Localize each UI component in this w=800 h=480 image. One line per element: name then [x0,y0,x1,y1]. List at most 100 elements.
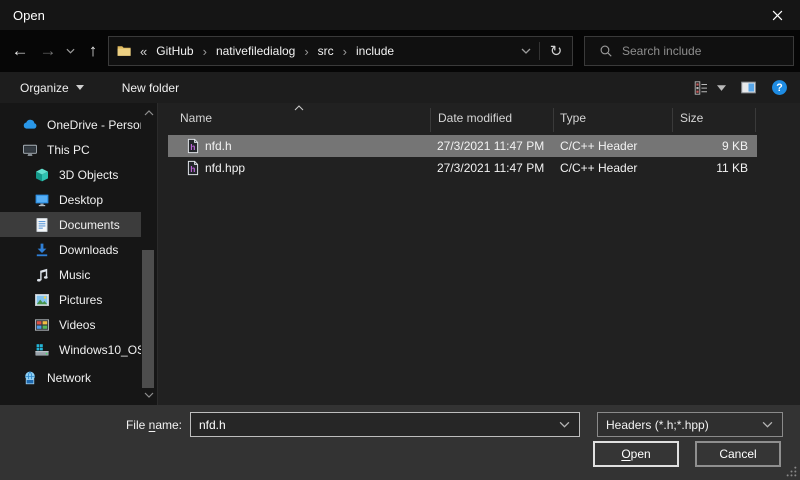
back-button[interactable]: ← [6,30,34,72]
file-date-modified: 27/3/2021 11:47 PM [437,161,544,175]
sidebar-item-desktop[interactable]: Desktop [0,187,141,212]
search-icon [599,44,613,58]
file-type-value: Headers (*.h;*.hpp) [598,418,709,432]
organize-button[interactable]: Organize [16,72,88,103]
title-bar: Open [0,0,800,30]
chevron-down-icon [66,48,75,54]
sidebar-item-music[interactable]: Music [0,262,141,287]
sidebar-items: OneDrive - Persor This PC 3D Objects [0,103,157,390]
svg-text:h: h [190,142,195,152]
breadcrumb-overflow[interactable]: « [140,44,147,59]
search-input[interactable] [622,44,793,58]
navigation-pane: OneDrive - Persor This PC 3D Objects [0,103,157,405]
column-header-date-modified[interactable]: Date modified [438,111,512,125]
file-name-label: File name: [0,418,182,432]
picture-icon [34,292,50,308]
organize-label: Organize [20,81,69,95]
dialog-footer: File name: Headers (*.h;*.hpp) Open Canc… [0,405,800,480]
sidebar-item-downloads[interactable]: Downloads [0,237,141,262]
sidebar-item-label: OneDrive - Persor [47,118,141,132]
document-icon [34,217,50,233]
open-button[interactable]: Open [593,441,679,467]
sidebar-item-label: 3D Objects [59,168,118,182]
resize-grip[interactable] [786,466,797,477]
cancel-button[interactable]: Cancel [695,441,781,467]
music-note-icon [34,267,50,283]
recent-locations-button[interactable] [62,30,78,72]
views-dropdown-button[interactable] [717,85,726,91]
address-dropdown-button[interactable] [513,37,539,65]
file-row-nfd-h[interactable]: h nfd.h 27/3/2021 11:47 PM C/C++ Header … [168,135,757,157]
sidebar-item-this-pc[interactable]: This PC [0,137,141,162]
sidebar-item-3d-objects[interactable]: 3D Objects [0,162,141,187]
details-view-button[interactable] [693,80,709,96]
sidebar-item-label: Network [47,371,91,385]
sidebar-item-network[interactable]: Network [0,365,141,390]
breadcrumb-separator-icon: › [203,44,207,59]
forward-button[interactable]: → [34,30,62,72]
sidebar-item-windows10-os[interactable]: Windows10_OS ( [0,337,141,362]
column-resize-handle[interactable] [672,108,673,132]
file-type: C/C++ Header [560,139,637,153]
refresh-icon: ↻ [550,42,563,60]
cancel-button-label: Cancel [719,447,756,461]
file-name-label-rest: ame: [155,418,182,432]
sidebar-scroll-up-button[interactable] [141,106,156,120]
column-resize-handle[interactable] [755,108,756,132]
sort-ascending-icon [294,105,304,111]
file-name: nfd.h [205,139,232,153]
search-box[interactable] [584,36,794,66]
svg-text:?: ? [776,82,782,94]
chevron-down-icon[interactable] [559,421,570,428]
caret-down-icon [76,85,84,90]
toolbar-right-group: ? [693,72,788,103]
column-resize-handle[interactable] [430,108,431,132]
sidebar-item-label: Music [59,268,90,282]
details-view-icon [693,80,709,96]
column-header-size[interactable]: Size [680,111,703,125]
caret-down-icon [717,85,726,91]
file-name: nfd.hpp [205,161,245,175]
refresh-button[interactable]: ↻ [540,37,572,65]
drive-icon [34,342,50,358]
up-button[interactable]: ↑ [80,30,106,72]
sidebar-item-videos[interactable]: Videos [0,312,141,337]
chevron-down-icon [521,48,531,54]
sidebar-item-label: Windows10_OS ( [59,343,141,357]
chevron-up-icon [144,110,154,116]
breadcrumb-item-src[interactable]: src [318,44,334,58]
download-arrow-icon [34,242,50,258]
breadcrumb-item-nativefiledialog[interactable]: nativefiledialog [216,44,295,58]
file-row-nfd-hpp[interactable]: h nfd.hpp 27/3/2021 11:47 PM C/C++ Heade… [168,157,757,179]
preview-pane-icon [740,79,757,96]
breadcrumb-item-include[interactable]: include [356,44,394,58]
breadcrumb-item-github[interactable]: GitHub [156,44,193,58]
sidebar-item-onedrive[interactable]: OneDrive - Persor [0,112,141,137]
sidebar-item-label: Desktop [59,193,103,207]
file-name-combobox[interactable] [190,412,580,437]
svg-text:h: h [190,164,195,174]
help-icon: ? [771,79,788,96]
help-button[interactable]: ? [771,79,788,96]
file-list-pane: Name Date modified Type Size h nfd.h 27/… [158,103,800,405]
address-bar[interactable]: « GitHub › nativefiledialog › src › incl… [108,36,573,66]
sidebar-item-documents[interactable]: Documents [0,212,141,237]
network-globe-icon [22,370,38,386]
new-folder-label: New folder [122,81,179,95]
breadcrumb-separator-icon: › [343,44,347,59]
column-header-type[interactable]: Type [560,111,586,125]
sidebar-scroll-down-button[interactable] [141,388,156,402]
preview-pane-button[interactable] [740,79,757,96]
sidebar-item-pictures[interactable]: Pictures [0,287,141,312]
file-type-combobox[interactable]: Headers (*.h;*.hpp) [597,412,783,437]
new-folder-button[interactable]: New folder [118,72,183,103]
file-name-input[interactable] [191,418,559,432]
folder-icon [116,43,132,59]
column-header-name[interactable]: Name [180,111,212,125]
open-button-rest: pen [631,447,651,461]
sidebar-item-label: This PC [47,143,90,157]
close-button[interactable] [754,0,800,30]
file-size: 11 KB [672,161,748,175]
column-resize-handle[interactable] [553,108,554,132]
sidebar-scrollbar-thumb[interactable] [142,250,154,388]
